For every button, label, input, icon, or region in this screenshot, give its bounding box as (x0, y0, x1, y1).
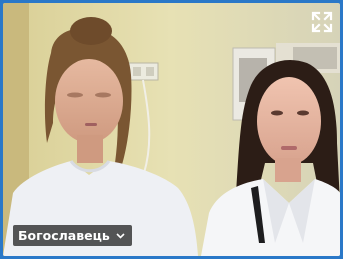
participant-name-tag[interactable]: Богославець (13, 225, 132, 246)
fullscreen-expand-icon[interactable] (310, 10, 334, 34)
participant-name: Богославець (18, 228, 110, 243)
video-feed (3, 3, 340, 256)
chevron-down-icon (116, 232, 125, 239)
video-tile[interactable]: Богославець (3, 3, 340, 256)
